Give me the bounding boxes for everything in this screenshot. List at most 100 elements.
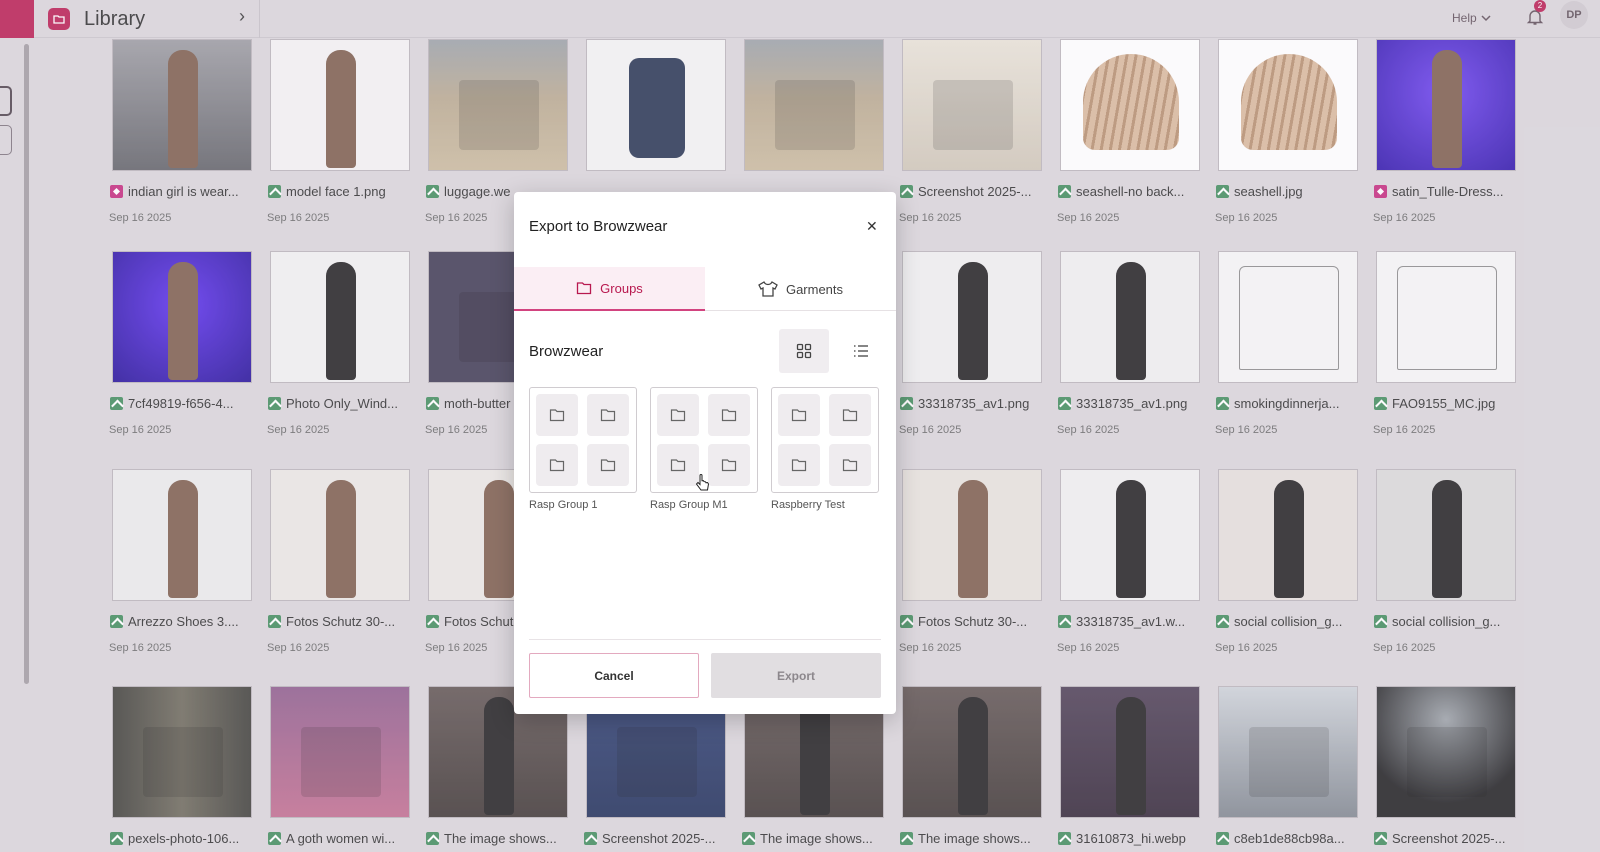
asset-thumbnail[interactable] (270, 39, 410, 171)
asset-filename: c8eb1de88cb98a... (1234, 831, 1345, 846)
asset-label: A goth women wi... (268, 831, 395, 846)
thumbnail-figure (775, 80, 855, 150)
help-menu[interactable]: Help (1452, 5, 1491, 31)
thumbnail-figure (326, 50, 356, 168)
folder-icon (829, 444, 871, 486)
chevron-right-icon[interactable]: › (239, 6, 245, 27)
asset-date: Sep 16 2025 (267, 212, 330, 224)
asset-label: The image shows... (742, 831, 873, 846)
asset-thumbnail[interactable] (1376, 39, 1516, 171)
asset-label: Fotos Schut (426, 614, 513, 629)
scrollbar[interactable] (24, 44, 29, 684)
chevron-down-icon (1481, 15, 1491, 22)
asset-label: satin_Tulle-Dress... (1374, 184, 1504, 199)
asset-thumbnail[interactable] (1060, 39, 1200, 171)
asset-thumbnail[interactable] (428, 39, 568, 171)
group-label: Raspberry Test (771, 499, 845, 511)
upload-icon (110, 832, 123, 845)
upload-icon (900, 397, 913, 410)
tab-label: Groups (600, 280, 643, 296)
asset-thumbnail[interactable] (270, 686, 410, 818)
tab-groups[interactable]: Groups (514, 267, 705, 311)
asset-thumbnail[interactable] (586, 39, 726, 171)
upload-icon (110, 397, 123, 410)
folder-icon (577, 282, 592, 295)
upload-icon (1216, 397, 1229, 410)
asset-thumbnail[interactable] (1218, 469, 1358, 601)
upload-icon (268, 832, 281, 845)
thumbnail-figure (1116, 262, 1146, 380)
tab-garments[interactable]: Garments (705, 267, 896, 311)
asset-label: 33318735_av1.png (1058, 396, 1187, 411)
asset-date: Sep 16 2025 (899, 642, 962, 654)
asset-thumbnail[interactable] (112, 469, 252, 601)
upload-icon (742, 832, 755, 845)
folder-icon (657, 444, 699, 486)
asset-thumbnail[interactable] (270, 469, 410, 601)
asset-thumbnail[interactable] (1218, 39, 1358, 171)
asset-thumbnail[interactable] (112, 251, 252, 383)
asset-thumbnail[interactable] (902, 469, 1042, 601)
asset-thumbnail[interactable] (744, 39, 884, 171)
asset-thumbnail[interactable] (1060, 469, 1200, 601)
asset-label: social collision_g... (1216, 614, 1342, 629)
asset-thumbnail[interactable] (902, 686, 1042, 818)
export-dialog: Export to Browzwear ✕ Groups Garments Br… (514, 192, 896, 714)
asset-filename: 33318735_av1.w... (1076, 614, 1186, 629)
asset-filename: smokingdinnerja... (1234, 396, 1340, 411)
list-icon (854, 345, 868, 357)
rail-button[interactable] (0, 125, 12, 155)
asset-filename: seashell.jpg (1234, 184, 1303, 199)
upload-icon (900, 185, 913, 198)
folder-icon (829, 394, 871, 436)
close-icon[interactable]: ✕ (866, 218, 878, 235)
thumbnail-figure (1083, 54, 1179, 150)
group-card[interactable] (529, 387, 637, 493)
upload-icon (1216, 832, 1229, 845)
cancel-button[interactable]: Cancel (529, 653, 699, 698)
folder-icon (657, 394, 699, 436)
asset-filename: The image shows... (918, 831, 1031, 846)
folder-icon (708, 394, 750, 436)
asset-thumbnail[interactable] (112, 686, 252, 818)
asset-thumbnail[interactable] (1376, 686, 1516, 818)
thumbnail-figure (1407, 727, 1487, 797)
upload-icon (1058, 615, 1071, 628)
folder-icon (778, 444, 820, 486)
thumbnail-figure (933, 80, 1013, 150)
tab-bar: Groups Garments (514, 267, 896, 311)
grid-view-button[interactable] (779, 329, 829, 373)
thumbnail-figure (484, 480, 514, 598)
thumbnail-figure (326, 480, 356, 598)
asset-thumbnail[interactable] (1376, 251, 1516, 383)
asset-thumbnail[interactable] (1218, 251, 1358, 383)
asset-filename: 7cf49819-f656-4... (128, 396, 234, 411)
group-card[interactable] (771, 387, 879, 493)
asset-thumbnail[interactable] (1060, 251, 1200, 383)
asset-date: Sep 16 2025 (109, 212, 172, 224)
asset-thumbnail[interactable] (1060, 686, 1200, 818)
asset-thumbnail[interactable] (902, 251, 1042, 383)
list-view-button[interactable] (836, 329, 886, 373)
asset-thumbnail[interactable] (902, 39, 1042, 171)
avatar[interactable]: DP (1560, 1, 1588, 29)
asset-thumbnail[interactable] (1218, 686, 1358, 818)
thumbnail-figure (1274, 480, 1304, 598)
upload-icon (1058, 185, 1071, 198)
asset-label: c8eb1de88cb98a... (1216, 831, 1345, 846)
asset-thumbnail[interactable] (1376, 469, 1516, 601)
folder-icon (587, 394, 629, 436)
asset-label: Arrezzo Shoes 3.... (110, 614, 239, 629)
shirt-icon (758, 281, 778, 297)
thumbnail-figure (958, 480, 988, 598)
ai-generated-icon (1374, 185, 1387, 198)
upload-icon (426, 615, 439, 628)
asset-thumbnail[interactable] (112, 39, 252, 171)
library-header[interactable]: Library › (34, 0, 260, 38)
rail-button[interactable] (0, 86, 12, 116)
asset-date: Sep 16 2025 (267, 642, 330, 654)
asset-thumbnail[interactable] (270, 251, 410, 383)
mouse-cursor (695, 474, 709, 491)
export-button[interactable]: Export (711, 653, 881, 698)
asset-filename: A goth women wi... (286, 831, 396, 846)
